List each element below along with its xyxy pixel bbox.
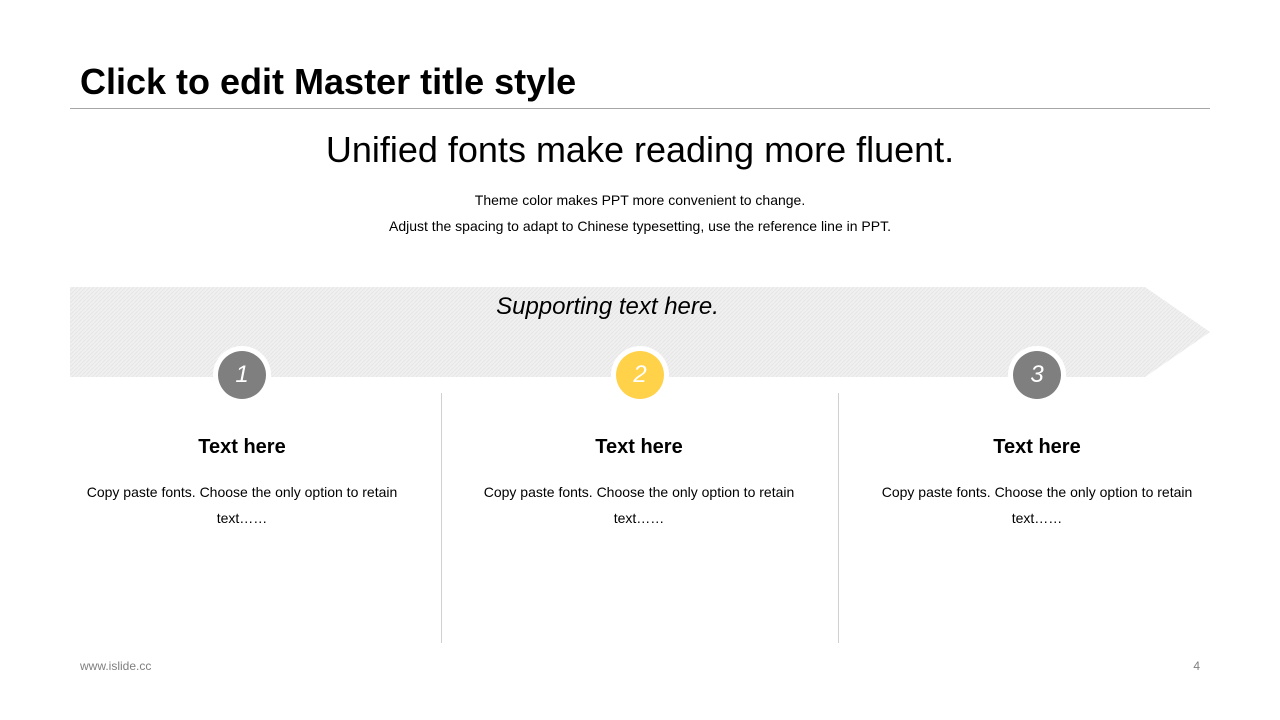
subtitle-line-1: Theme color makes PPT more convenient to… <box>474 192 806 208</box>
page-number: 4 <box>1193 659 1200 673</box>
step-heading-2: Text here <box>595 436 683 458</box>
step-column-2: Text here Copy paste fonts. Choose the o… <box>469 432 809 531</box>
step-column-3: Text here Copy paste fonts. Choose the o… <box>867 432 1207 531</box>
headline: Unified fonts make reading more fluent. <box>325 129 955 170</box>
column-divider-1 <box>441 393 442 643</box>
step-badge-1: 1 <box>213 346 271 404</box>
title-divider <box>70 108 1210 109</box>
step-body-1: Copy paste fonts. Choose the only option… <box>86 484 398 526</box>
step-column-1: Text here Copy paste fonts. Choose the o… <box>72 432 412 531</box>
step-badge-2: 2 <box>611 346 669 404</box>
supporting-text: Supporting text here. <box>496 293 719 320</box>
step-heading-1: Text here <box>198 436 286 458</box>
master-title: Click to edit Master title style <box>80 61 577 102</box>
step-heading-3: Text here <box>993 436 1081 458</box>
subtitle-line-2: Adjust the spacing to adapt to Chinese t… <box>389 218 891 234</box>
step-number-3: 3 <box>1013 351 1061 399</box>
step-number-1: 1 <box>218 351 266 399</box>
footer-website: www.islide.cc <box>80 659 152 673</box>
column-divider-2 <box>838 393 839 643</box>
step-number-2: 2 <box>616 351 664 399</box>
step-body-3: Copy paste fonts. Choose the only option… <box>881 484 1193 526</box>
step-body-2: Copy paste fonts. Choose the only option… <box>483 484 795 526</box>
step-badge-3: 3 <box>1008 346 1066 404</box>
